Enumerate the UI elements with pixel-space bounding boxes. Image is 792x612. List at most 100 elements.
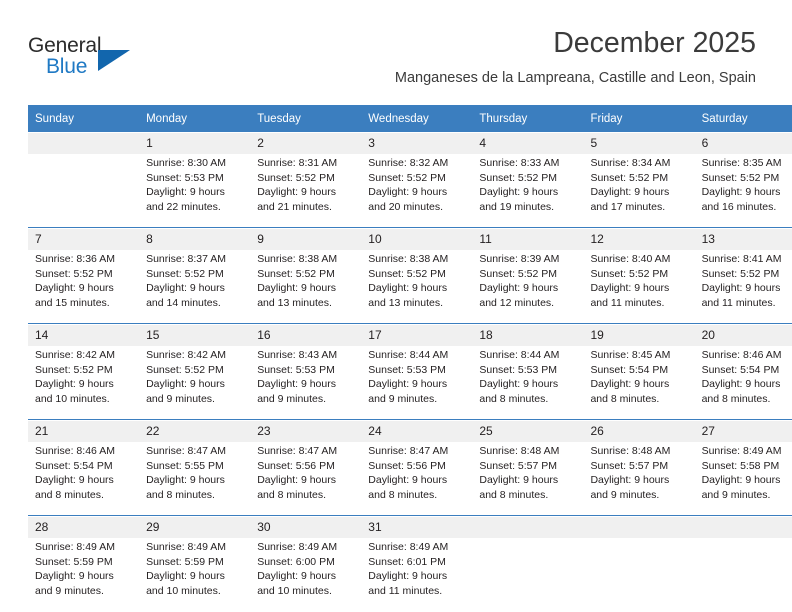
day-cell-1[interactable]: Sunrise: 8:30 AM Sunset: 5:53 PM Daylight:… xyxy=(139,154,251,227)
day-cell-9[interactable]: Sunrise: 8:38 AM Sunset: 5:52 PM Daylight:… xyxy=(250,250,362,323)
day-cell-29[interactable]: Sunrise: 8:49 AM Sunset: 5:59 PM Daylight:… xyxy=(139,538,251,611)
day-detail-line: Daylight: 9 hours xyxy=(35,570,114,582)
day-detail-row: Sunrise: 8:42 AM Sunset: 5:52 PM Daylight:… xyxy=(28,346,792,419)
day-number-7[interactable]: 7 xyxy=(28,228,140,250)
day-number-26[interactable]: 26 xyxy=(583,420,695,442)
day-detail-line: and 8 minutes. xyxy=(257,488,327,501)
page-subtitle: Manganeses de la Lampreana, Castille and… xyxy=(394,70,756,86)
day-detail-line: Sunrise: 8:35 AM xyxy=(701,157,782,169)
day-cell-8[interactable]: Sunrise: 8:37 AM Sunset: 5:52 PM Daylight:… xyxy=(139,250,251,323)
day-detail-line: and 8 minutes. xyxy=(479,488,549,501)
day-cell-3[interactable]: Sunrise: 8:32 AM Sunset: 5:52 PM Daylight:… xyxy=(361,154,473,227)
day-number-1[interactable]: 1 xyxy=(139,132,251,154)
day-number-row: 7 8 9 10 11 12 13 xyxy=(28,228,792,250)
day-detail-line: Sunset: 5:53 PM xyxy=(257,363,335,376)
day-detail-line: Sunset: 5:52 PM xyxy=(35,363,113,376)
day-cell-4[interactable]: Sunrise: 8:33 AM Sunset: 5:52 PM Daylight:… xyxy=(472,154,584,227)
day-cell-15[interactable]: Sunrise: 8:42 AM Sunset: 5:52 PM Daylight:… xyxy=(139,346,251,419)
day-cell-30[interactable]: Sunrise: 8:49 AM Sunset: 6:00 PM Daylight:… xyxy=(250,538,362,611)
day-number-21[interactable]: 21 xyxy=(28,420,140,442)
day-cell-23[interactable]: Sunrise: 8:47 AM Sunset: 5:56 PM Daylight:… xyxy=(250,442,362,515)
day-detail-line: and 9 minutes. xyxy=(368,392,438,405)
day-number-24[interactable]: 24 xyxy=(361,420,473,442)
day-detail-line: Sunset: 5:52 PM xyxy=(368,267,446,280)
day-cell-22[interactable]: Sunrise: 8:47 AM Sunset: 5:55 PM Daylight:… xyxy=(139,442,251,515)
day-number-28[interactable]: 28 xyxy=(28,516,140,538)
day-cell-6[interactable]: Sunrise: 8:35 AM Sunset: 5:52 PM Daylight:… xyxy=(694,154,792,227)
day-cell-19[interactable]: Sunrise: 8:45 AM Sunset: 5:54 PM Daylight:… xyxy=(583,346,695,419)
day-cell-7[interactable]: Sunrise: 8:36 AM Sunset: 5:52 PM Daylight:… xyxy=(28,250,140,323)
day-number-18[interactable]: 18 xyxy=(472,324,584,346)
day-number-16[interactable]: 16 xyxy=(250,324,362,346)
day-number-15[interactable]: 15 xyxy=(139,324,251,346)
day-cell-16[interactable]: Sunrise: 8:43 AM Sunset: 5:53 PM Daylight:… xyxy=(250,346,362,419)
day-detail-line: Sunrise: 8:40 AM xyxy=(590,253,671,265)
page-title: December 2025 xyxy=(553,27,756,59)
day-detail-row: Sunrise: 8:46 AM Sunset: 5:54 PM Daylight:… xyxy=(28,442,792,515)
generalblue-logo[interactable]: General Blue xyxy=(28,34,148,84)
day-cell-17[interactable]: Sunrise: 8:44 AM Sunset: 5:53 PM Daylight:… xyxy=(361,346,473,419)
day-detail-line: Daylight: 9 hours xyxy=(368,282,448,294)
day-cell-31[interactable]: Sunrise: 8:49 AM Sunset: 6:01 PM Daylight:… xyxy=(361,538,473,611)
day-number-3[interactable]: 3 xyxy=(361,132,473,154)
day-detail-line: and 8 minutes. xyxy=(146,488,215,501)
day-detail-line: Sunrise: 8:48 AM xyxy=(479,445,560,457)
day-cell-5[interactable]: Sunrise: 8:34 AM Sunset: 5:52 PM Daylight:… xyxy=(583,154,695,227)
day-cell-26[interactable]: Sunrise: 8:48 AM Sunset: 5:57 PM Daylight:… xyxy=(583,442,695,515)
day-number-9[interactable]: 9 xyxy=(250,228,362,250)
day-number-22[interactable]: 22 xyxy=(139,420,251,442)
day-cell-10[interactable]: Sunrise: 8:38 AM Sunset: 5:52 PM Daylight:… xyxy=(361,250,473,323)
day-number-27[interactable]: 27 xyxy=(694,420,792,442)
day-detail-line: Daylight: 9 hours xyxy=(257,186,336,198)
day-number-29[interactable]: 29 xyxy=(139,516,251,538)
day-detail-line: Sunset: 5:58 PM xyxy=(701,459,780,472)
day-detail-line: Sunrise: 8:33 AM xyxy=(479,157,560,169)
day-cell-11[interactable]: Sunrise: 8:39 AM Sunset: 5:52 PM Daylight:… xyxy=(472,250,584,323)
day-cell-28[interactable]: Sunrise: 8:49 AM Sunset: 5:59 PM Daylight:… xyxy=(28,538,140,611)
day-detail-line: Sunset: 5:52 PM xyxy=(35,267,113,280)
day-number-2[interactable]: 2 xyxy=(250,132,362,154)
day-detail-line: and 9 minutes. xyxy=(146,392,215,405)
day-cell-14[interactable]: Sunrise: 8:42 AM Sunset: 5:52 PM Daylight:… xyxy=(28,346,140,419)
day-number-17[interactable]: 17 xyxy=(361,324,473,346)
day-cell-21[interactable]: Sunrise: 8:46 AM Sunset: 5:54 PM Daylight:… xyxy=(28,442,140,515)
day-detail-line: and 9 minutes. xyxy=(35,584,104,597)
day-cell-20[interactable]: Sunrise: 8:46 AM Sunset: 5:54 PM Daylight:… xyxy=(694,346,792,419)
day-detail-line: Sunset: 5:53 PM xyxy=(368,363,446,376)
logo-text-blue: Blue xyxy=(46,55,88,78)
day-cell-25[interactable]: Sunrise: 8:48 AM Sunset: 5:57 PM Daylight:… xyxy=(472,442,584,515)
day-number-10[interactable]: 10 xyxy=(361,228,473,250)
day-detail-line: and 22 minutes. xyxy=(146,200,221,213)
day-cell-24[interactable]: Sunrise: 8:47 AM Sunset: 5:56 PM Daylight:… xyxy=(361,442,473,515)
day-detail-line: and 13 minutes. xyxy=(257,296,332,309)
day-cell-2[interactable]: Sunrise: 8:31 AM Sunset: 5:52 PM Daylight:… xyxy=(250,154,362,227)
day-detail-line: and 10 minutes. xyxy=(257,584,332,597)
day-detail-line: Sunrise: 8:47 AM xyxy=(146,445,227,457)
day-number-5[interactable]: 5 xyxy=(583,132,695,154)
day-number-row: 28 29 30 31 xyxy=(28,516,792,538)
day-detail-line: Sunset: 5:52 PM xyxy=(146,363,224,376)
day-number-13[interactable]: 13 xyxy=(694,228,792,250)
day-number-14[interactable]: 14 xyxy=(28,324,140,346)
day-cell-18[interactable]: Sunrise: 8:44 AM Sunset: 5:53 PM Daylight:… xyxy=(472,346,584,419)
day-detail-line: and 8 minutes. xyxy=(590,392,660,405)
day-number-20[interactable]: 20 xyxy=(694,324,792,346)
day-number-12[interactable]: 12 xyxy=(583,228,695,250)
day-number-11[interactable]: 11 xyxy=(472,228,584,250)
day-number-19[interactable]: 19 xyxy=(583,324,695,346)
day-cell-27[interactable]: Sunrise: 8:49 AM Sunset: 5:58 PM Daylight:… xyxy=(694,442,792,515)
day-number-8[interactable]: 8 xyxy=(139,228,251,250)
day-number-25[interactable]: 25 xyxy=(472,420,584,442)
day-detail-line: Sunset: 5:59 PM xyxy=(35,555,113,568)
day-cell-empty xyxy=(28,154,140,227)
day-detail-line: and 19 minutes. xyxy=(479,200,555,213)
day-number-4[interactable]: 4 xyxy=(472,132,584,154)
day-detail-line: Daylight: 9 hours xyxy=(590,186,670,198)
day-number-30[interactable]: 30 xyxy=(250,516,362,538)
day-number-31[interactable]: 31 xyxy=(361,516,473,538)
day-number-6[interactable]: 6 xyxy=(694,132,792,154)
day-number-23[interactable]: 23 xyxy=(250,420,362,442)
day-cell-13[interactable]: Sunrise: 8:41 AM Sunset: 5:52 PM Daylight:… xyxy=(694,250,792,323)
day-detail-line: Daylight: 9 hours xyxy=(479,186,559,198)
day-cell-12[interactable]: Sunrise: 8:40 AM Sunset: 5:52 PM Daylight:… xyxy=(583,250,695,323)
